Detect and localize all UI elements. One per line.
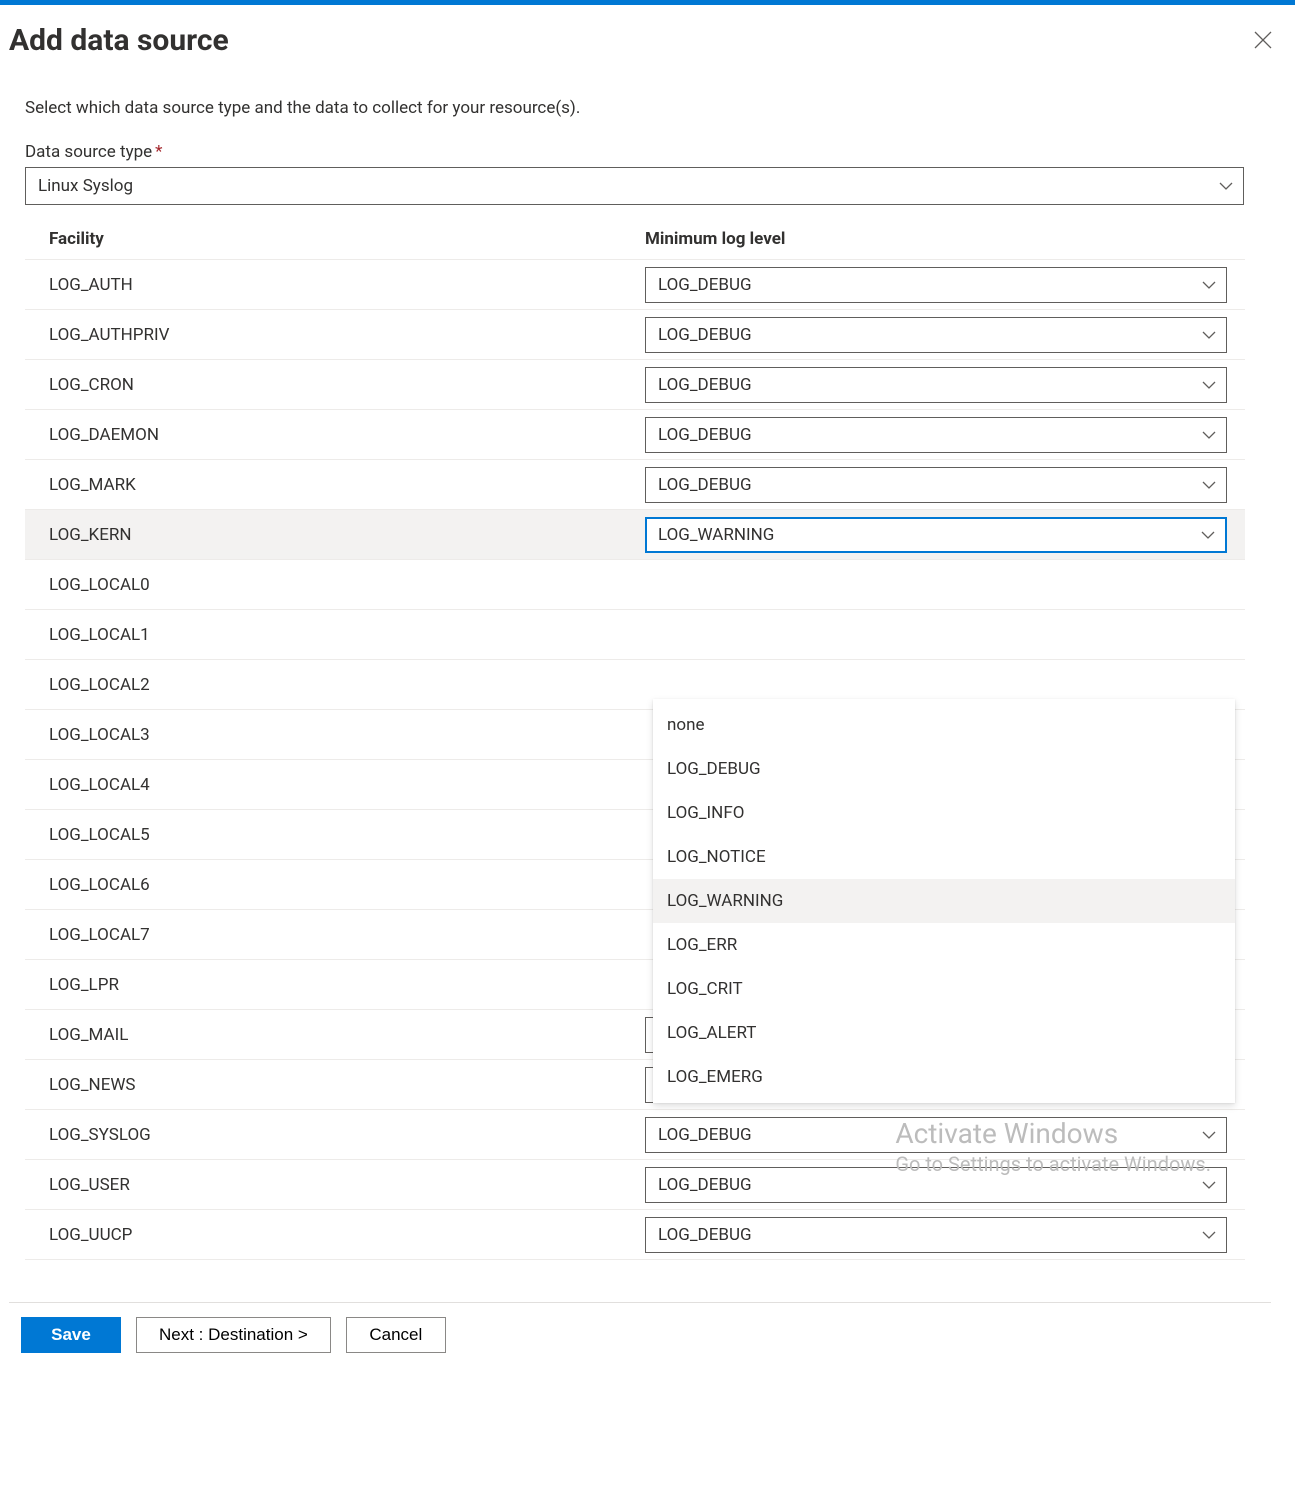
facility-cell: LOG_LPR — [49, 975, 645, 995]
log-level-option[interactable]: LOG_ALERT — [653, 1011, 1235, 1055]
data-source-type-label: Data source type* — [25, 142, 1255, 162]
next-destination-button[interactable]: Next : Destination > — [136, 1317, 331, 1353]
facility-cell: LOG_LOCAL5 — [49, 825, 645, 845]
log-level-value: LOG_DEBUG — [658, 325, 752, 345]
log-level-value: LOG_DEBUG — [658, 275, 752, 295]
log-level-value: LOG_DEBUG — [658, 375, 752, 395]
log-level-option[interactable]: LOG_INFO — [653, 791, 1235, 835]
table-row: LOG_LOCAL0 — [25, 560, 1245, 610]
facility-cell: LOG_MAIL — [49, 1025, 645, 1045]
log-level-select[interactable]: LOG_DEBUG — [645, 417, 1227, 453]
level-cell: LOG_DEBUG — [645, 267, 1245, 303]
log-level-value: LOG_WARNING — [658, 525, 774, 545]
facility-cell: LOG_LOCAL0 — [49, 575, 645, 595]
log-level-dropdown-menu: noneLOG_DEBUGLOG_INFOLOG_NOTICELOG_WARNI… — [653, 699, 1235, 1103]
log-level-option[interactable]: LOG_DEBUG — [653, 747, 1235, 791]
facility-cell: LOG_DAEMON — [49, 425, 645, 445]
level-cell: LOG_DEBUG — [645, 367, 1245, 403]
log-level-value: LOG_DEBUG — [658, 475, 752, 495]
facility-cell: LOG_LOCAL4 — [49, 775, 645, 795]
chevron-down-icon — [1202, 1130, 1216, 1140]
chevron-down-icon — [1201, 530, 1215, 540]
log-level-option[interactable]: LOG_EMERG — [653, 1055, 1235, 1099]
cancel-button[interactable]: Cancel — [346, 1317, 446, 1353]
table-row: LOG_UUCP LOG_DEBUG — [25, 1210, 1245, 1260]
log-level-select[interactable]: LOG_DEBUG — [645, 467, 1227, 503]
log-level-select[interactable]: LOG_DEBUG — [645, 317, 1227, 353]
table-header: Facility Minimum log level — [25, 219, 1245, 260]
facility-cell: LOG_LOCAL6 — [49, 875, 645, 895]
table-row: LOG_SYSLOG LOG_DEBUG — [25, 1110, 1245, 1160]
table-row: LOG_AUTHPRIV LOG_DEBUG — [25, 310, 1245, 360]
log-level-value: LOG_DEBUG — [658, 1175, 752, 1195]
log-level-value: LOG_DEBUG — [658, 425, 752, 445]
close-icon — [1254, 26, 1272, 56]
chevron-down-icon — [1202, 480, 1216, 490]
facility-cell: LOG_LOCAL7 — [49, 925, 645, 945]
facility-cell: LOG_NEWS — [49, 1075, 645, 1095]
level-cell: LOG_DEBUG — [645, 1217, 1245, 1253]
panel-footer: Save Next : Destination > Cancel — [9, 1302, 1271, 1367]
facility-cell: LOG_LOCAL2 — [49, 675, 645, 695]
facility-cell: LOG_LOCAL1 — [49, 625, 645, 645]
facility-cell: LOG_LOCAL3 — [49, 725, 645, 745]
log-level-option[interactable]: LOG_ERR — [653, 923, 1235, 967]
level-cell: LOG_DEBUG — [645, 1117, 1245, 1153]
log-level-select[interactable]: LOG_DEBUG — [645, 1217, 1227, 1253]
table-row: LOG_AUTH LOG_DEBUG — [25, 260, 1245, 310]
facility-cell: LOG_AUTH — [49, 275, 645, 295]
facility-cell: LOG_UUCP — [49, 1225, 645, 1245]
log-level-value: LOG_DEBUG — [658, 1125, 752, 1145]
required-asterisk: * — [155, 142, 162, 162]
log-level-select[interactable]: LOG_DEBUG — [645, 367, 1227, 403]
log-level-option[interactable]: none — [653, 703, 1235, 747]
chevron-down-icon — [1202, 1230, 1216, 1240]
facility-cell: LOG_KERN — [49, 525, 645, 545]
table-row: LOG_MARK LOG_DEBUG — [25, 460, 1245, 510]
log-level-option[interactable]: LOG_WARNING — [653, 879, 1235, 923]
chevron-down-icon — [1202, 330, 1216, 340]
chevron-down-icon — [1219, 181, 1233, 191]
log-level-select[interactable]: LOG_DEBUG — [645, 1167, 1227, 1203]
table-row: LOG_KERN LOG_WARNING — [25, 510, 1245, 560]
data-source-type-value: Linux Syslog — [38, 176, 133, 196]
level-cell: LOG_DEBUG — [645, 467, 1245, 503]
chevron-down-icon — [1202, 380, 1216, 390]
chevron-down-icon — [1202, 280, 1216, 290]
facility-cell: LOG_SYSLOG — [49, 1125, 645, 1145]
column-header-facility: Facility — [49, 229, 645, 249]
facility-cell: LOG_CRON — [49, 375, 645, 395]
log-level-select[interactable]: LOG_DEBUG — [645, 267, 1227, 303]
table-row: LOG_CRON LOG_DEBUG — [25, 360, 1245, 410]
chevron-down-icon — [1202, 430, 1216, 440]
log-level-select[interactable]: LOG_WARNING — [645, 517, 1227, 553]
level-cell: LOG_WARNING — [645, 517, 1245, 553]
table-row: LOG_LOCAL1 — [25, 610, 1245, 660]
table-row: LOG_USER LOG_DEBUG — [25, 1160, 1245, 1210]
save-button[interactable]: Save — [21, 1317, 121, 1353]
close-button[interactable] — [1247, 25, 1279, 57]
data-source-type-select[interactable]: Linux Syslog — [25, 167, 1244, 205]
panel-title: Add data source — [9, 23, 1271, 58]
level-cell: LOG_DEBUG — [645, 1167, 1245, 1203]
facility-cell: LOG_AUTHPRIV — [49, 325, 645, 345]
panel-description: Select which data source type and the da… — [25, 98, 1255, 118]
log-level-option[interactable]: LOG_NOTICE — [653, 835, 1235, 879]
log-level-option[interactable]: LOG_CRIT — [653, 967, 1235, 1011]
facility-cell: LOG_MARK — [49, 475, 645, 495]
log-level-value: LOG_DEBUG — [658, 1225, 752, 1245]
add-data-source-panel: Add data source Select which data source… — [0, 5, 1295, 1367]
facility-cell: LOG_USER — [49, 1175, 645, 1195]
column-header-min-log-level: Minimum log level — [645, 229, 1245, 249]
log-level-select[interactable]: LOG_DEBUG — [645, 1117, 1227, 1153]
level-cell: LOG_DEBUG — [645, 317, 1245, 353]
chevron-down-icon — [1202, 1180, 1216, 1190]
table-row: LOG_DAEMON LOG_DEBUG — [25, 410, 1245, 460]
panel-content: Select which data source type and the da… — [9, 98, 1271, 1260]
level-cell: LOG_DEBUG — [645, 417, 1245, 453]
